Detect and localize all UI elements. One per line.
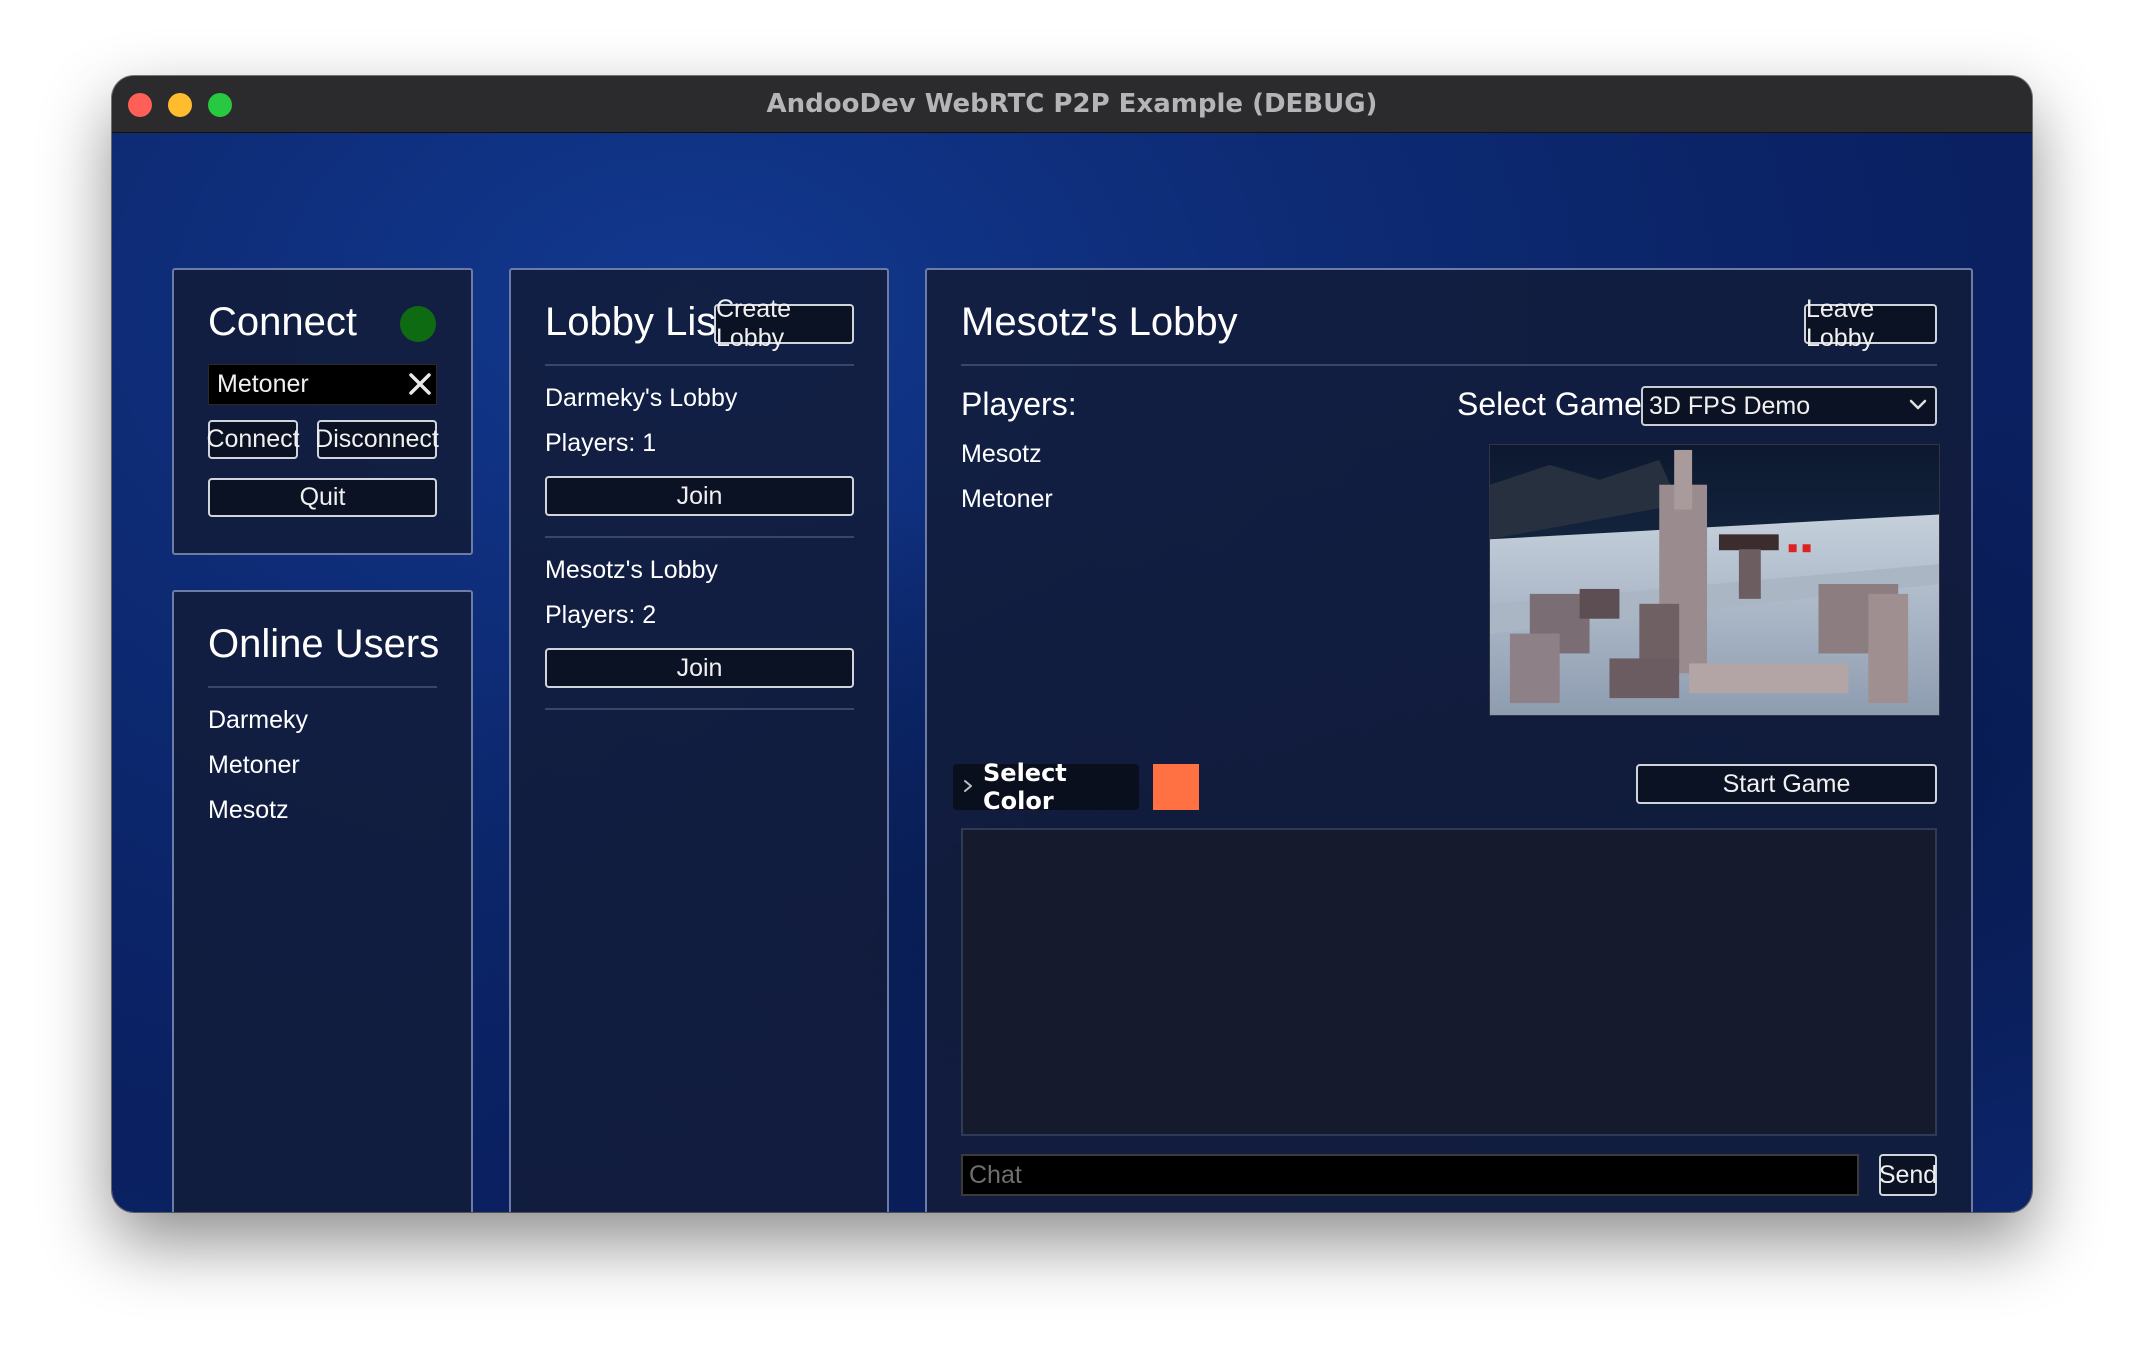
connect-panel: Connect Metoner Connect Disconnect Quit [172,268,473,555]
user-list-item: Metoner [208,751,300,779]
lobby-player-count: Players: 2 [545,601,657,629]
connect-title: Connect [208,300,357,344]
player-list-item: Mesotz [961,440,1042,468]
disconnect-button[interactable]: Disconnect [315,420,439,459]
color-swatch[interactable] [1153,764,1199,810]
game-select[interactable]: 3D FPS Demo [1641,386,1937,426]
game-select-value: 3D FPS Demo [1649,391,1811,420]
lobby-name: Mesotz's Lobby [545,556,718,584]
user-list-item: Darmeky [208,706,309,734]
quit-button[interactable]: Quit [208,478,437,517]
connect-button[interactable]: Connect [206,420,300,459]
divider [961,364,1937,366]
lobby-list-panel: Lobby List Create Lobby Darmeky's Lobby … [509,268,889,1212]
window-title: AndooDev WebRTC P2P Example (DEBUG) [766,89,1378,119]
title-bar: AndooDev WebRTC P2P Example (DEBUG) [112,76,2032,133]
divider [208,686,437,688]
select-color-label: Select Color [983,759,1067,815]
lobby-title: Mesotz's Lobby [961,300,1238,344]
chat-placeholder: Chat [969,1160,1022,1189]
divider [545,536,854,538]
chevron-right-icon [964,780,972,792]
online-users-panel: Online Users Darmeky Metoner Mesotz [172,590,473,1212]
lobby-list-title: Lobby List [545,300,728,344]
username-value: Metoner [217,370,309,398]
start-game-button[interactable]: Start Game [1636,764,1937,804]
connection-status-indicator [400,306,436,342]
chevron-down-icon [1909,399,1927,410]
join-lobby-button[interactable]: Join [545,648,854,688]
chat-log[interactable] [961,828,1937,1136]
app-window: AndooDev WebRTC P2P Example (DEBUG) Conn… [112,76,2032,1212]
players-heading: Players: [961,386,1077,422]
user-list-item: Mesotz [208,796,289,824]
divider [545,708,854,710]
select-game-label: Select Game: [1457,386,1651,422]
leave-lobby-button[interactable]: Leave Lobby [1804,295,1937,352]
select-color-toggle[interactable]: Select Color [953,759,1139,815]
player-list-item: Metoner [961,485,1053,513]
game-preview-image [1489,444,1940,716]
lobby-name: Darmeky's Lobby [545,384,738,412]
app-content: Connect Metoner Connect Disconnect Quit … [112,134,2032,1212]
online-users-title: Online Users [208,622,440,666]
current-lobby-panel: Mesotz's Lobby Leave Lobby Players: Meso… [925,268,1973,1212]
create-lobby-button[interactable]: Create Lobby [714,295,854,352]
join-lobby-button[interactable]: Join [545,476,854,516]
clear-icon[interactable] [406,370,434,398]
send-button[interactable]: Send [1879,1154,1937,1196]
lobby-player-count: Players: 1 [545,429,657,457]
chat-input[interactable]: Chat [961,1154,1859,1196]
divider [545,364,854,366]
username-input[interactable]: Metoner [208,364,437,405]
